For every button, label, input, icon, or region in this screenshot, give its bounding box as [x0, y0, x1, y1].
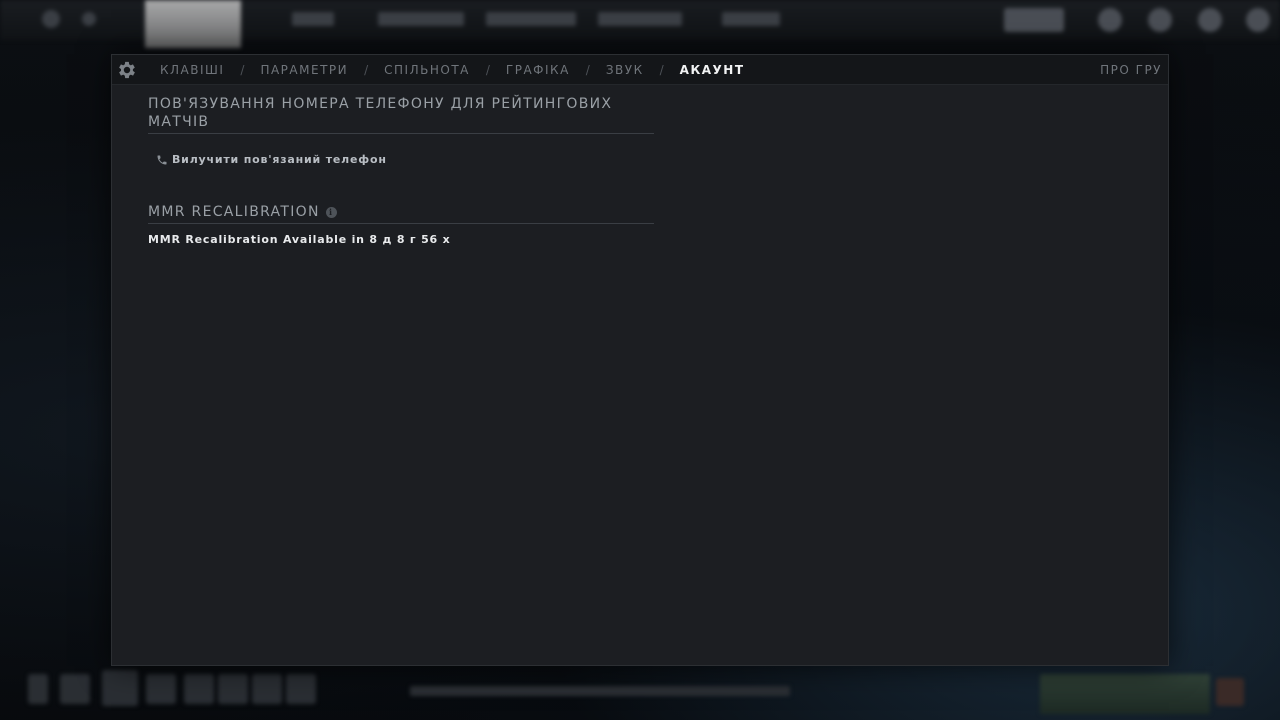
background-top-bar	[0, 0, 1280, 48]
info-icon[interactable]: i	[325, 207, 337, 218]
tab-social[interactable]: СПІЛЬНОТА	[384, 63, 470, 77]
gear-icon[interactable]	[116, 59, 138, 81]
background-icon	[42, 10, 60, 28]
background-nav-item	[292, 12, 334, 26]
background-icon	[1216, 678, 1244, 706]
background-icon	[28, 674, 48, 704]
tab-options[interactable]: ПАРАМЕТРИ	[260, 63, 348, 77]
background-icon	[1098, 8, 1122, 32]
background-icon	[60, 674, 90, 704]
phone-icon	[157, 155, 167, 164]
phone-section-title: ПОВ'ЯЗУВАННЯ НОМЕРА ТЕЛЕФОНУ ДЛЯ РЕЙТИНГ…	[148, 95, 654, 134]
background-icon	[1148, 8, 1172, 32]
tab-separator: /	[364, 63, 369, 77]
tab-audio[interactable]: ЗВУК	[606, 63, 644, 77]
background-currency	[1004, 8, 1064, 32]
tab-video[interactable]: ГРАФІКА	[506, 63, 570, 77]
background-bottom-bar	[0, 666, 1280, 720]
tab-hotkeys[interactable]: КЛАВІШІ	[160, 63, 224, 77]
background-icon	[82, 12, 96, 26]
background-play-button	[1040, 674, 1210, 714]
about-game-link[interactable]: ПРО ГРУ	[1100, 63, 1162, 77]
background-avatar	[1246, 8, 1270, 32]
tab-separator: /	[585, 63, 590, 77]
background-nav-item	[598, 12, 682, 26]
background-nav-item	[486, 12, 576, 26]
phone-link-section: ПОВ'ЯЗУВАННЯ НОМЕРА ТЕЛЕФОНУ ДЛЯ РЕЙТИНГ…	[148, 95, 654, 175]
background-icon	[252, 674, 282, 704]
mmr-recalibration-status: MMR Recalibration Available in 8 д 8 г 5…	[148, 233, 451, 246]
mmr-section-title: MMR RECALIBRATION i	[148, 203, 654, 224]
tab-separator: /	[240, 63, 245, 77]
tab-account[interactable]: АКАУНТ	[680, 63, 745, 77]
background-nav-item	[378, 12, 464, 26]
settings-tabs: КЛАВІШІ / ПАРАМЕТРИ / СПІЛЬНОТА / ГРАФІК…	[160, 55, 745, 85]
background-icon	[184, 674, 214, 704]
mmr-recalibration-section: MMR RECALIBRATION i MMR Recalibration Ava…	[148, 203, 654, 253]
background-nav-item	[722, 12, 780, 26]
remove-phone-button[interactable]: Вилучити пов'язаний телефон	[156, 153, 387, 166]
background-icon	[102, 670, 138, 706]
game-logo	[145, 0, 241, 48]
settings-panel: КЛАВІШІ / ПАРАМЕТРИ / СПІЛЬНОТА / ГРАФІК…	[111, 54, 1169, 666]
tab-separator: /	[485, 63, 490, 77]
background-chat	[410, 686, 790, 696]
mmr-section-title-text: MMR RECALIBRATION	[148, 204, 320, 220]
settings-tab-bar: КЛАВІШІ / ПАРАМЕТРИ / СПІЛЬНОТА / ГРАФІК…	[112, 55, 1168, 85]
background-icon	[1198, 8, 1222, 32]
background-icon	[286, 674, 316, 704]
tab-separator: /	[659, 63, 664, 77]
remove-phone-label: Вилучити пов'язаний телефон	[172, 153, 387, 166]
background-icon	[146, 674, 176, 704]
background-icon	[218, 674, 248, 704]
